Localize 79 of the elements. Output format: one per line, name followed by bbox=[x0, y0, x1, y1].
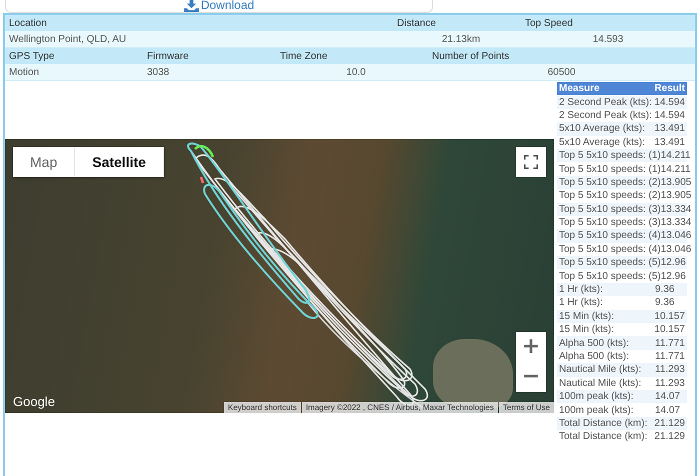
table-cell-text: 12.96 bbox=[660, 270, 687, 282]
table-cell: 10.157 bbox=[654, 310, 685, 322]
table-cell: Top 5 5x10 speeds: (1) bbox=[559, 150, 661, 162]
table-cell: Top 5 5x10 speeds: (1) bbox=[559, 164, 661, 175]
table-cell: Top 5 5x10 speeds: (5) bbox=[559, 270, 661, 282]
table-cell-text: Motion bbox=[9, 66, 40, 78]
table-cell-text: 21.13km bbox=[440, 34, 482, 44]
table-cell: Top 5 5x10 speeds: (3) bbox=[559, 204, 661, 215]
table-cell: 14.211 bbox=[660, 164, 691, 175]
table-cell: 13.491 bbox=[654, 123, 685, 134]
table-cell: 100m peak (kts): bbox=[559, 391, 634, 402]
download-button[interactable]: Download bbox=[5, 0, 433, 13]
map-logo: Google bbox=[13, 394, 55, 409]
table-cell: 14.594 bbox=[654, 96, 685, 108]
table-cell: 1 Hr (kts): bbox=[559, 284, 603, 296]
table-cell: 13.334 bbox=[660, 204, 691, 215]
column-header: Measure bbox=[559, 83, 600, 94]
table-cell: 11.771 bbox=[655, 351, 685, 362]
table-cell-text: 9.36 bbox=[655, 297, 676, 308]
table-cell: Top 5 5x10 speeds: (4) bbox=[559, 244, 661, 255]
table-cell: 5x10 Average (kts): bbox=[559, 123, 645, 134]
table-cell: Nautical Mile (kts): bbox=[559, 364, 642, 376]
table-cell-text: 3038 bbox=[147, 66, 170, 78]
map-type-tab[interactable]: Satellite bbox=[75, 147, 164, 177]
table-cell-text: 14.07 bbox=[655, 391, 682, 402]
satellite-map[interactable]: Map Satellite + − Google Keyboard shortcuts Imagery ©2022 , CNES / Airbus, Maxar Technologies Terms of Use bbox=[5, 139, 554, 413]
table-cell: 13.905 bbox=[660, 176, 691, 188]
table-cell: Top 5 5x10 speeds: (3) bbox=[559, 217, 661, 228]
table-cell: 13.334 bbox=[660, 217, 691, 228]
table-cell: 15 Min (kts): bbox=[559, 324, 614, 336]
attribution-link[interactable]: Terms of Use bbox=[498, 402, 554, 413]
table-cell: 2 Second Peak (kts): bbox=[559, 110, 652, 121]
download-icon bbox=[184, 0, 199, 12]
table-cell-text: 10.0 bbox=[345, 66, 367, 78]
table-cell: 11.771 bbox=[655, 338, 685, 349]
column-header: GPS Type bbox=[9, 50, 56, 62]
column-header: Number of Points bbox=[432, 50, 510, 62]
table-cell: 11.293 bbox=[655, 378, 685, 389]
table-cell: 10.157 bbox=[654, 324, 685, 336]
table-cell: 1 Hr (kts): bbox=[559, 297, 603, 308]
table-cell: Nautical Mile (kts): bbox=[559, 378, 642, 389]
table-cell: 13.046 bbox=[660, 244, 691, 255]
table-cell: Alpha 500 (kts): bbox=[559, 338, 630, 349]
fullscreen-icon bbox=[524, 155, 538, 169]
column-header: Firmware bbox=[147, 50, 190, 62]
attribution-link[interactable]: Imagery ©2022 , CNES / Airbus, Maxar Technologies bbox=[302, 402, 498, 413]
table-cell: 21.129 bbox=[654, 431, 685, 442]
table-cell-text: 9.36 bbox=[655, 284, 676, 296]
attribution-link[interactable]: Keyboard shortcuts bbox=[224, 402, 301, 413]
table-cell: Total Distance (km): bbox=[559, 418, 648, 429]
table-cell: 11.293 bbox=[655, 364, 685, 376]
table-cell-text: Wellington Point, QLD, AU bbox=[9, 34, 128, 44]
map-type-tab[interactable]: Map bbox=[13, 147, 76, 177]
table-cell: Top 5 5x10 speeds: (5) bbox=[559, 257, 661, 268]
column-header: Location bbox=[9, 18, 48, 28]
table-cell-text: 14.593 bbox=[592, 34, 624, 44]
table-cell: Alpha 500 (kts): bbox=[559, 351, 630, 362]
table-cell-text: 14.07 bbox=[655, 404, 682, 416]
column-header: Result bbox=[654, 83, 685, 94]
table-cell-text: 60500 bbox=[546, 66, 576, 78]
table-cell: 15 Min (kts): bbox=[559, 310, 614, 322]
table-cell: Top 5 5x10 speeds: (4) bbox=[559, 230, 661, 242]
table-cell: Top 5 5x10 speeds: (2) bbox=[559, 190, 661, 202]
table-cell: 13.491 bbox=[654, 136, 685, 148]
column-header: Time Zone bbox=[280, 50, 328, 62]
column-header: Distance bbox=[397, 18, 437, 28]
table-cell: 14.594 bbox=[654, 110, 685, 121]
table-cell: Total Distance (km): bbox=[559, 431, 648, 442]
table-cell: 5x10 Average (kts): bbox=[559, 136, 645, 148]
table-cell: Top 5 5x10 speeds: (2) bbox=[559, 176, 661, 188]
table-cell: 13.905 bbox=[660, 190, 691, 202]
column-header: Top Speed bbox=[525, 18, 574, 28]
table-cell-text: 12.96 bbox=[660, 257, 687, 268]
table-cell: 2 Second Peak (kts): bbox=[559, 96, 652, 108]
table-cell: 14.211 bbox=[660, 150, 691, 162]
table-cell: 13.046 bbox=[660, 230, 691, 242]
table-cell: 100m peak (kts): bbox=[559, 404, 634, 416]
fullscreen-button[interactable] bbox=[516, 147, 546, 177]
table-cell: 21.129 bbox=[654, 418, 685, 429]
